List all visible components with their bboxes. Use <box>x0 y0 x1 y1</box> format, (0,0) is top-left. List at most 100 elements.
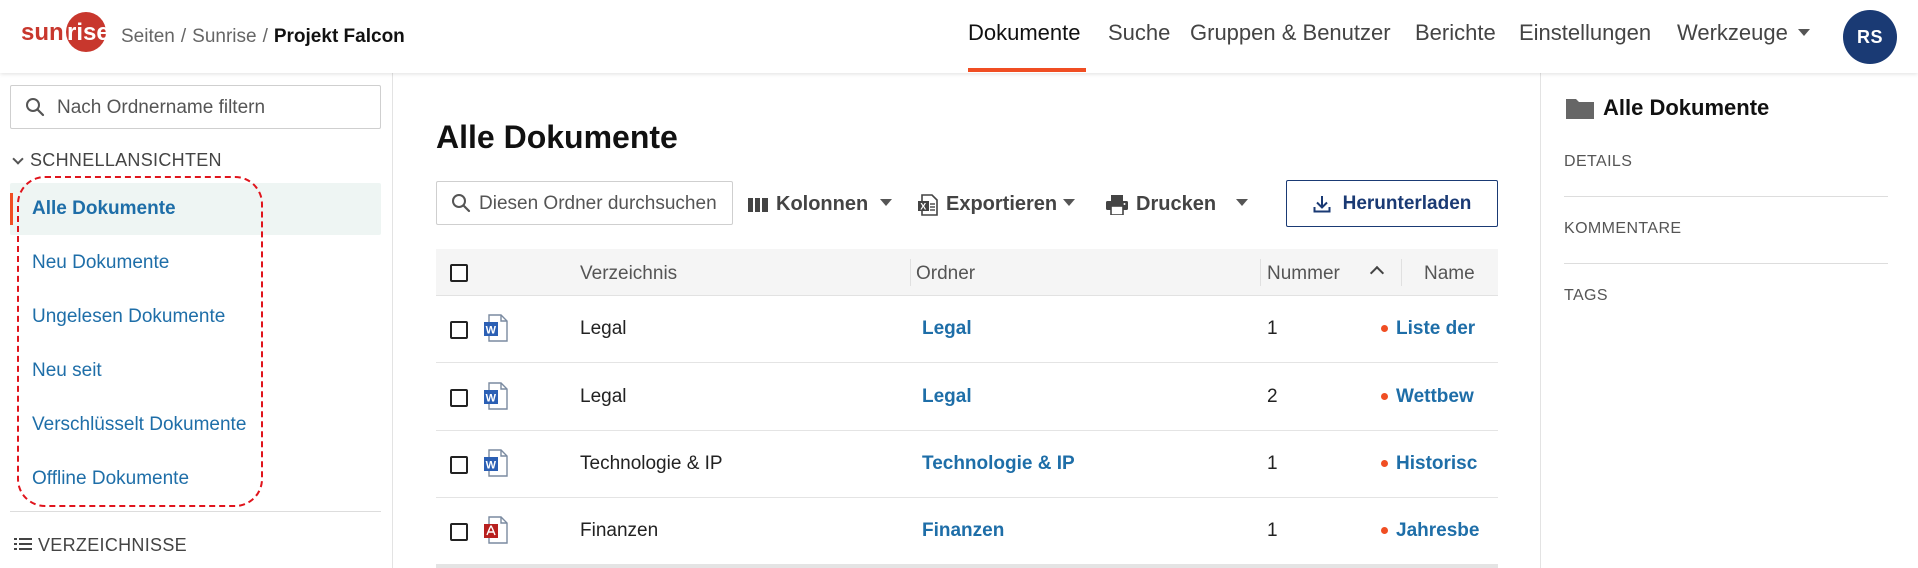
folder-filter-placeholder: Nach Ordnername filtern <box>57 97 266 118</box>
detail-panel: Alle Dokumente DETAILS KOMMENTARE TAGS <box>1540 73 1918 568</box>
svg-text:W: W <box>486 460 497 472</box>
chevron-down-icon <box>12 153 24 165</box>
word-document-icon: W <box>484 314 508 342</box>
column-resize-handle[interactable] <box>1260 259 1261 286</box>
breadcrumb-seiten[interactable]: Seiten <box>121 26 175 47</box>
svg-text:W: W <box>486 325 497 337</box>
nav-berichte[interactable]: Berichte <box>1415 20 1496 46</box>
svg-text:sun: sun <box>21 19 64 46</box>
chevron-down-icon <box>1236 199 1249 206</box>
table-bottom-border <box>436 564 1498 568</box>
list-icon <box>14 538 32 551</box>
unread-indicator <box>1381 325 1388 332</box>
cell-directory: Legal <box>580 318 627 339</box>
table-row[interactable]: W Legal Legal 1 Liste der <box>436 296 1498 363</box>
breadcrumb-separator: / <box>180 26 187 47</box>
nav-werkzeuge-label: Werkzeuge <box>1677 20 1788 45</box>
columns-icon <box>748 197 768 212</box>
breadcrumb-sunrise[interactable]: Sunrise <box>192 26 256 47</box>
column-header-verzeichnis[interactable]: Verzeichnis <box>580 263 677 285</box>
export-button[interactable]: X Exportieren <box>918 193 1076 216</box>
column-header-ordner[interactable]: Ordner <box>916 263 975 285</box>
detail-section-tags[interactable]: TAGS <box>1564 287 1888 305</box>
documents-table: Verzeichnis Ordner Nummer Name W Legal L… <box>436 249 1498 568</box>
detail-panel-title-text: Alle Dokumente <box>1603 95 1770 120</box>
column-header-nummer[interactable]: Nummer <box>1267 263 1340 285</box>
cell-name-text: Jahresbe <box>1396 520 1480 541</box>
pdf-document-icon <box>484 516 508 544</box>
svg-text:rise: rise <box>67 19 108 46</box>
cell-folder-link[interactable]: Legal <box>922 386 972 408</box>
active-tab-indicator <box>968 68 1086 72</box>
user-avatar[interactable]: RS <box>1843 10 1897 64</box>
row-checkbox[interactable] <box>450 456 468 474</box>
search-icon <box>26 98 45 117</box>
cell-name-text: Historisc <box>1396 453 1478 474</box>
table-row[interactable]: W Technologie & IP Technologie & IP 1 Hi… <box>436 431 1498 498</box>
section-divider <box>1564 263 1888 264</box>
sidebar: Nach Ordnername filtern SCHNELLANSICHTEN… <box>0 73 393 568</box>
columns-button[interactable]: Kolonnen <box>748 193 893 216</box>
chevron-down-icon <box>880 199 893 206</box>
select-all-checkbox[interactable] <box>450 264 468 282</box>
detail-panel-title: Alle Dokumente <box>1565 95 1769 121</box>
download-button[interactable]: Herunterladen <box>1286 180 1498 227</box>
cell-name-link[interactable]: Historisc <box>1381 453 1498 475</box>
quick-view-alle-dokumente[interactable]: Alle Dokumente <box>10 183 381 235</box>
quick-view-neu-dokumente[interactable]: Neu Dokumente <box>10 237 381 289</box>
unread-indicator <box>1381 527 1388 534</box>
detail-section-details[interactable]: DETAILS <box>1564 153 1888 171</box>
search-icon <box>452 194 471 213</box>
svg-text:X: X <box>920 201 926 211</box>
cell-directory: Technologie & IP <box>580 453 723 474</box>
section-divider <box>1564 196 1888 197</box>
download-icon <box>1313 195 1331 212</box>
quick-views-heading-label: SCHNELLANSICHTEN <box>30 150 222 170</box>
cell-number: 1 <box>1267 520 1278 541</box>
chevron-down-icon <box>1797 28 1810 36</box>
cell-number: 2 <box>1267 386 1278 407</box>
nav-einstellungen[interactable]: Einstellungen <box>1519 20 1651 46</box>
cell-directory: Finanzen <box>580 520 659 541</box>
table-row[interactable]: Finanzen Finanzen 1 Jahresbe <box>436 498 1498 565</box>
cell-number: 1 <box>1267 453 1278 474</box>
cell-name-link[interactable]: Liste der <box>1381 318 1498 340</box>
cell-folder-link[interactable]: Legal <box>922 318 972 340</box>
quick-view-offline-dokumente[interactable]: Offline Dokumente <box>10 453 381 505</box>
sunrise-logo[interactable]: sun rise <box>20 12 108 52</box>
directories-heading[interactable]: VERZEICHNISSE <box>14 535 187 556</box>
row-checkbox[interactable] <box>450 389 468 407</box>
main-content: Alle Dokumente Diesen Ordner durchsuchen… <box>394 73 1540 568</box>
row-checkbox[interactable] <box>450 321 468 339</box>
quick-view-neu-seit[interactable]: Neu seit <box>10 345 381 397</box>
detail-section-kommentare[interactable]: KOMMENTARE <box>1564 220 1888 238</box>
nav-dokumente[interactable]: Dokumente <box>968 20 1081 46</box>
quick-view-ungelesen-dokumente[interactable]: Ungelesen Dokumente <box>10 291 381 343</box>
nav-suche[interactable]: Suche <box>1108 20 1170 46</box>
print-button[interactable]: Drucken <box>1106 193 1249 216</box>
word-document-icon: W <box>484 449 508 477</box>
breadcrumb: Seiten / Sunrise / Projekt Falcon <box>121 26 405 48</box>
quick-view-verschluesselt-dokumente[interactable]: Verschlüsselt Dokumente <box>10 399 381 451</box>
column-resize-handle[interactable] <box>1401 259 1402 286</box>
column-resize-handle[interactable] <box>910 259 911 286</box>
quick-views-heading[interactable]: SCHNELLANSICHTEN <box>12 150 222 171</box>
cell-folder-link[interactable]: Technologie & IP <box>922 453 1075 475</box>
folder-search-input[interactable]: Diesen Ordner durchsuchen <box>436 181 733 225</box>
svg-text:W: W <box>486 393 497 405</box>
nav-gruppen-benutzer[interactable]: Gruppen & Benutzer <box>1190 20 1391 46</box>
cell-name-link[interactable]: Jahresbe <box>1381 520 1498 542</box>
nav-werkzeuge[interactable]: Werkzeuge <box>1677 20 1810 46</box>
excel-export-icon: X <box>918 193 938 216</box>
column-header-name[interactable]: Name <box>1424 263 1475 285</box>
sidebar-divider <box>10 511 381 512</box>
directories-heading-label: VERZEICHNISSE <box>38 535 187 555</box>
table-row[interactable]: W Legal Legal 2 Wettbew <box>436 364 1498 431</box>
row-checkbox[interactable] <box>450 523 468 541</box>
breadcrumb-current: Projekt Falcon <box>273 26 405 47</box>
sort-ascending-icon[interactable] <box>1369 265 1385 281</box>
cell-name-link[interactable]: Wettbew <box>1381 386 1498 408</box>
folder-filter-input[interactable]: Nach Ordnername filtern <box>10 85 381 129</box>
cell-directory: Legal <box>580 386 627 407</box>
cell-folder-link[interactable]: Finanzen <box>922 520 1004 542</box>
